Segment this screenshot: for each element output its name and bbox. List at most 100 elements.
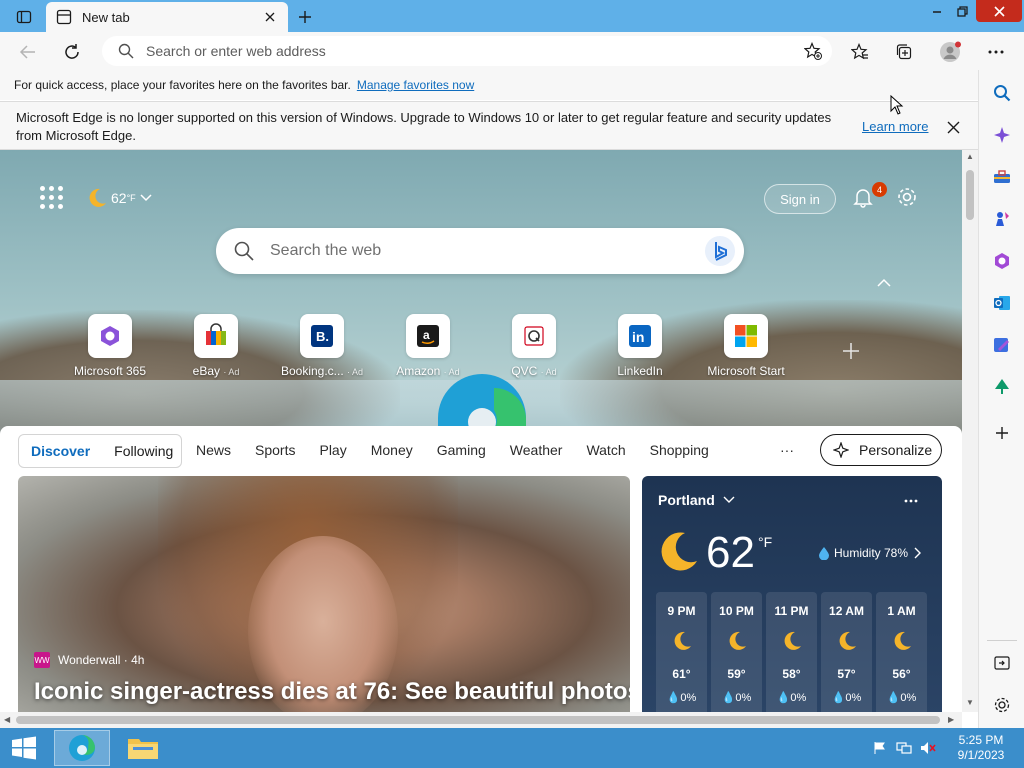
quick-link-microsoft-365[interactable]: Microsoft 365 (62, 314, 158, 378)
sidebar-outlook-button[interactable] (991, 292, 1013, 314)
mouse-cursor-icon (890, 95, 904, 115)
sidebar-divider (987, 640, 1017, 641)
weather-more-button[interactable] (904, 490, 918, 506)
forecast-time: 9 PM (667, 604, 696, 618)
nav-shopping[interactable]: Shopping (650, 442, 709, 458)
nav-play[interactable]: Play (319, 442, 346, 458)
chevron-down-icon (723, 496, 735, 503)
sidebar-tools-button[interactable] (991, 166, 1013, 188)
favorites-button[interactable] (848, 40, 872, 64)
scroll-up-arrow-icon[interactable]: ▲ (966, 152, 974, 161)
collections-button[interactable] (892, 40, 916, 64)
news-feed: Discover Following News Sports Play Mone… (0, 426, 962, 712)
raindrop-icon: 💧 (831, 692, 846, 704)
taskbar-edge-button[interactable] (54, 730, 110, 766)
nav-sports[interactable]: Sports (255, 442, 295, 458)
scroll-down-arrow-icon[interactable]: ▼ (966, 698, 974, 707)
collapse-quicklinks-button[interactable] (876, 276, 892, 288)
quick-link-ebay[interactable]: eBay · Ad (168, 314, 264, 378)
weather-mini-widget[interactable]: 62 °F (86, 186, 152, 210)
profile-button[interactable] (938, 40, 962, 64)
sidebar-office-button[interactable] (991, 250, 1013, 272)
minimize-button[interactable] (924, 0, 950, 22)
quick-link-amazon[interactable]: a Amazon · Ad (380, 314, 476, 378)
designer-icon (994, 338, 1009, 352)
hourly-forecast-item: 1 AM 56° 💧0% (876, 592, 927, 712)
weather-humidity[interactable]: Humidity 78% (818, 546, 922, 560)
weather-city-selector[interactable]: Portland (658, 492, 735, 508)
taskbar-file-explorer-button[interactable] (122, 732, 164, 764)
flag-icon[interactable] (872, 740, 888, 756)
web-search-box[interactable]: Search the web (216, 228, 744, 274)
nav-gaming[interactable]: Gaming (437, 442, 486, 458)
bing-icon (705, 236, 735, 266)
vertical-scroll-thumb[interactable] (966, 170, 974, 220)
vertical-scrollbar[interactable]: ▲ ▼ (962, 150, 978, 712)
tab-actions-button[interactable] (10, 6, 38, 28)
add-quick-link-button[interactable] (842, 342, 860, 360)
sidebar-designer-button[interactable] (991, 334, 1013, 356)
volume-muted-icon[interactable] (920, 740, 936, 756)
weather-card[interactable]: Portland 62 °F Humidity 78% 9 PM 61° 💧0% (642, 476, 942, 712)
sidebar-settings-button[interactable] (991, 694, 1013, 716)
scroll-left-arrow-icon[interactable]: ◀ (4, 715, 10, 724)
horizontal-scroll-thumb[interactable] (16, 716, 940, 724)
forecast-rain: 0% (845, 692, 862, 704)
close-window-button[interactable] (976, 0, 1022, 22)
quick-link-qvc[interactable]: QVC · Ad (486, 314, 582, 378)
sidebar-copilot-button[interactable] (991, 124, 1013, 146)
manage-favorites-link[interactable]: Manage favorites now (357, 78, 474, 92)
nav-news[interactable]: News (196, 442, 231, 458)
settings-more-button[interactable] (984, 40, 1008, 64)
sidebar-hide-button[interactable] (991, 652, 1013, 674)
tab-new-tab[interactable]: New tab (46, 2, 288, 32)
close-tab-button[interactable] (262, 9, 278, 25)
sidebar-search-button[interactable] (991, 82, 1013, 104)
nav-money[interactable]: Money (371, 442, 413, 458)
forecast-rain: 0% (790, 692, 807, 704)
more-icon (988, 50, 1004, 54)
refresh-icon (65, 44, 79, 59)
article-headline[interactable]: Iconic singer-actress dies at 76: See be… (34, 678, 630, 706)
page-settings-button[interactable] (896, 186, 920, 210)
nav-weather[interactable]: Weather (510, 442, 563, 458)
infobar-close-button[interactable] (944, 118, 962, 136)
learn-more-link[interactable]: Learn more (862, 119, 928, 134)
personalize-button[interactable]: Personalize (820, 434, 942, 466)
sidebar-games-button[interactable] (991, 208, 1013, 230)
article-source: WW Wonderwall · 4h (34, 652, 144, 668)
tab-following[interactable]: Following (102, 443, 185, 459)
tab-discover[interactable]: Discover (19, 443, 102, 459)
windows-taskbar: 5:25 PM 9/1/2023 (0, 728, 1024, 768)
horizontal-scrollbar[interactable]: ◀ ▶ (0, 712, 962, 728)
network-icon[interactable] (896, 740, 912, 756)
taskbar-clock[interactable]: 5:25 PM 9/1/2023 (946, 733, 1016, 763)
new-tab-button[interactable] (294, 6, 316, 28)
quick-link-label: eBay (192, 364, 220, 378)
bing-chat-button[interactable] (704, 235, 736, 267)
address-bar[interactable]: Search or enter web address (102, 36, 832, 66)
plus-icon (996, 427, 1008, 439)
start-button[interactable] (6, 732, 42, 764)
forecast-time: 11 PM (774, 604, 809, 618)
moon-icon (784, 631, 801, 650)
app-launcher-button[interactable] (40, 186, 64, 210)
add-favorite-button[interactable] (803, 41, 822, 60)
quick-link-microsoft-start[interactable]: Microsoft Start (698, 314, 794, 378)
restore-button[interactable] (950, 0, 974, 22)
scroll-right-arrow-icon[interactable]: ▶ (948, 715, 954, 724)
tab-title: New tab (82, 9, 130, 25)
raindrop-icon: 💧 (721, 692, 736, 704)
plus-icon (299, 11, 311, 23)
sidebar-add-button[interactable] (991, 422, 1013, 444)
chevron-up-icon (877, 278, 891, 287)
feed-more-button[interactable]: ··· (780, 442, 794, 458)
quick-link-booking[interactable]: B. Booking.c... · Ad (274, 314, 370, 378)
refresh-button[interactable] (60, 40, 84, 64)
sidebar-drop-button[interactable] (991, 376, 1013, 398)
hero-article-card[interactable]: WW Wonderwall · 4h Iconic singer-actress… (18, 476, 630, 712)
quick-link-linkedin[interactable]: in LinkedIn (592, 314, 688, 378)
sign-in-button[interactable]: Sign in (764, 184, 836, 214)
back-button[interactable] (16, 40, 40, 64)
nav-watch[interactable]: Watch (586, 442, 625, 458)
